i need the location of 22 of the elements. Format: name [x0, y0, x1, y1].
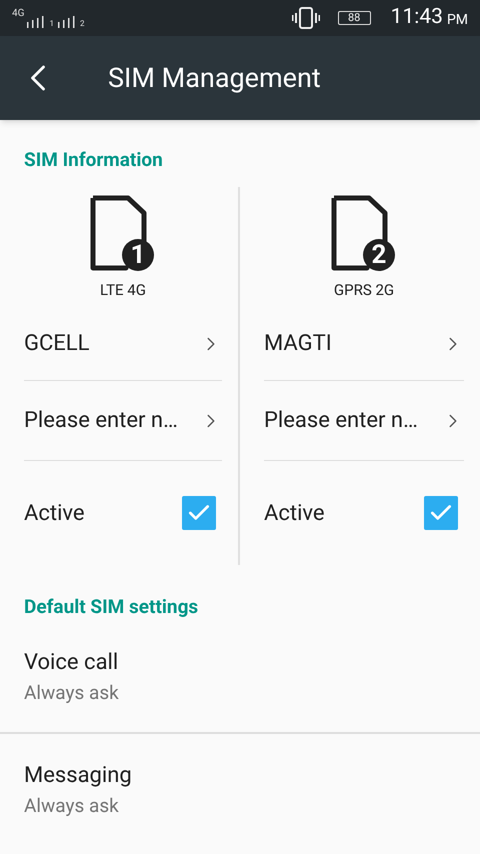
clock-time: 11:43	[390, 4, 443, 32]
operator-row[interactable]: GCELL	[24, 307, 222, 381]
sim-slot-number: 1	[49, 20, 54, 28]
network-type: 4G	[12, 7, 24, 21]
network-type-label: LTE 4G	[100, 280, 146, 300]
operator-row[interactable]: MAGTI	[264, 307, 464, 381]
phone-number-row[interactable]: Please enter n…	[264, 381, 464, 461]
active-label: Active	[264, 500, 325, 528]
settings-row[interactable]: Messaging Always ask	[0, 734, 480, 846]
section-header: SIM Information	[23, 147, 164, 173]
phone-number-row[interactable]: Please enter n…	[24, 381, 222, 461]
settings-row[interactable]: Voice call Always ask	[0, 622, 480, 734]
battery-indicator: 88	[338, 11, 371, 25]
vibrate-icon	[292, 7, 320, 29]
active-label: Active	[24, 500, 85, 528]
clock-period: PM	[446, 10, 468, 30]
active-checkbox[interactable]	[424, 496, 458, 530]
sim-slot-number: 2	[80, 20, 84, 28]
toolbar-title: SIM Management	[108, 60, 321, 96]
section-header: Default SIM settings	[23, 594, 200, 620]
network-type-label: GPRS 2G	[334, 280, 394, 300]
active-checkbox[interactable]	[182, 496, 216, 530]
